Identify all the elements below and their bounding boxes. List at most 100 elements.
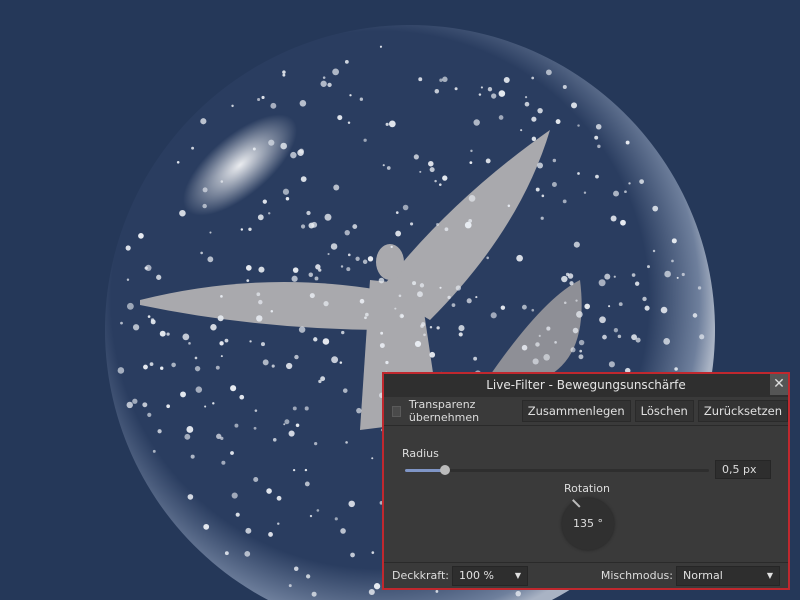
snowflake [292, 468, 296, 472]
snowflake [270, 310, 274, 313]
snowflake [239, 394, 245, 400]
snowflake [395, 230, 402, 237]
snowflake [498, 90, 506, 97]
snowflake [455, 285, 462, 291]
snowflake [299, 100, 307, 107]
snowflake [220, 355, 223, 358]
snowflake [359, 298, 365, 304]
snowflake [179, 209, 186, 217]
snowflake [598, 279, 606, 287]
snowflake [454, 87, 458, 91]
reset-button[interactable]: Zurücksetzen [697, 400, 788, 422]
snowflake [634, 281, 640, 286]
snowflake [451, 303, 456, 307]
snowflake [546, 326, 551, 331]
snowflake [157, 429, 162, 434]
snowflake [166, 332, 170, 336]
snowflake [545, 69, 552, 76]
snowflake [521, 304, 527, 310]
snowflake [573, 241, 580, 248]
snowflake [521, 344, 528, 351]
rotation-dial[interactable]: 135 ° [562, 498, 614, 550]
snowflake [515, 590, 521, 597]
snowflake [438, 183, 442, 186]
snowflake [249, 340, 252, 343]
transparency-label: Transparenz übernehmen [408, 398, 480, 424]
snowflake [352, 224, 358, 229]
snowflake [628, 182, 631, 185]
snowflake [195, 386, 203, 393]
snowflake [231, 104, 234, 108]
snowflake [224, 338, 229, 343]
snowflake [434, 179, 437, 183]
snowflake [347, 253, 351, 257]
live-filter-dialog: Live-Filter - Bewegungsunschärfe ✕ Trans… [382, 372, 790, 590]
close-icon[interactable]: ✕ [770, 374, 788, 395]
snowflake [176, 160, 180, 164]
snowflake [692, 313, 698, 318]
snowflake [575, 299, 578, 302]
radius-value-field[interactable]: 0,5 px [715, 460, 771, 479]
snowflake [230, 385, 237, 392]
snowflake [379, 343, 385, 348]
snowflake [187, 494, 194, 500]
snowflake [304, 468, 308, 472]
snowflake [182, 333, 190, 341]
blend-mode-dropdown[interactable]: Normal ▼ [676, 565, 780, 586]
delete-button[interactable]: Löschen [634, 400, 694, 422]
snowflake [355, 256, 360, 261]
snowflake [599, 316, 606, 324]
snowflake [191, 146, 195, 150]
snowflake [419, 283, 425, 288]
snowflake [126, 302, 134, 310]
snowflake [257, 97, 261, 102]
snowflake [385, 360, 389, 365]
snowflake [166, 404, 171, 409]
transparency-checkbox[interactable] [392, 405, 401, 417]
snowflake [537, 162, 544, 169]
snowflake [402, 204, 409, 211]
snowflake [262, 359, 269, 366]
snowflake [252, 147, 256, 151]
blend-mode-value: Normal [683, 568, 723, 582]
snowflake [524, 101, 530, 107]
snowflake [290, 151, 297, 159]
snowflake [258, 266, 265, 273]
radius-slider-thumb[interactable] [439, 465, 450, 475]
snowflake [644, 305, 650, 311]
snowflake [429, 351, 436, 358]
snowflake [200, 251, 203, 255]
snowflake [569, 281, 574, 286]
snowflake [543, 354, 550, 361]
snowflake [579, 349, 583, 353]
snowflake [371, 457, 374, 460]
merge-button[interactable]: Zusammenlegen [521, 400, 631, 422]
snowflake [439, 286, 442, 289]
snowflake [256, 292, 261, 297]
opacity-dropdown[interactable]: 100 % ▼ [452, 565, 528, 586]
snowflake [344, 59, 349, 64]
snowflake [540, 216, 544, 220]
snowflake [608, 361, 615, 368]
snowflake [442, 175, 448, 181]
snowflake [188, 342, 191, 345]
snowflake [435, 590, 439, 593]
dialog-title-bar[interactable]: Live-Filter - Bewegungsunschärfe ✕ [384, 374, 788, 397]
snowflake [652, 249, 656, 253]
snowflake [203, 523, 210, 530]
snowflake [256, 315, 263, 322]
snowflake [577, 124, 580, 127]
snowflake [531, 116, 537, 122]
snowflake [190, 454, 195, 459]
snowflake [234, 423, 239, 428]
rotation-label: Rotation [564, 482, 611, 495]
snowflake [671, 259, 674, 263]
radius-slider[interactable] [405, 465, 709, 475]
snowflake [231, 492, 238, 499]
snowflake [152, 449, 156, 453]
snowflake [344, 229, 350, 236]
snowflake [532, 358, 539, 365]
snowflake [340, 265, 344, 268]
snowflake [674, 367, 678, 371]
snowflake [318, 379, 322, 384]
